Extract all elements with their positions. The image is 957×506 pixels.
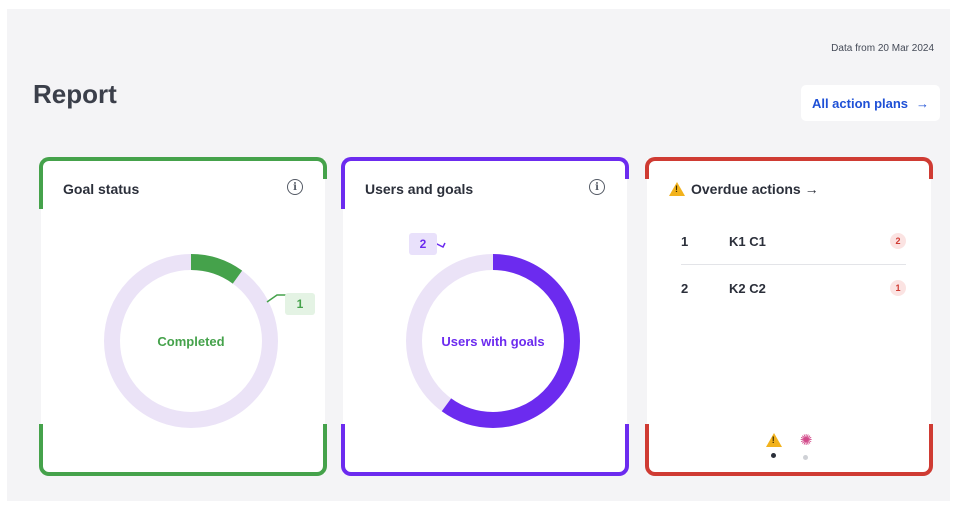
data-date: Data from 20 Mar 2024 [831,43,934,54]
row-number: 1 [681,233,689,249]
overdue-row[interactable]: 1 K1 C1 2 [681,218,906,264]
leader-line [266,294,287,303]
overdue-count-badge: 2 [890,233,906,249]
pager-item-warning[interactable] [765,433,782,460]
overdue-count-badge: 1 [890,280,906,296]
pager-dot [803,455,809,460]
goal-status-donut [104,254,287,428]
donut-center-label: Users with goals [441,334,545,349]
all-action-plans-button[interactable]: All action plans → [801,85,940,121]
arrow-right-icon: → [916,95,930,111]
page-title: Report [33,79,117,109]
users-count-badge: 2 [409,233,437,255]
donut-center-label: Completed [157,334,225,349]
all-action-plans-label: All action plans [811,95,909,111]
goal-status-card: Goal status i 1 Completed [39,157,327,476]
card-edge [655,157,923,161]
pager-item-celebration[interactable]: ✺ [799,432,813,460]
row-name: K1 C1 [729,233,766,249]
row-number: 2 [681,280,689,296]
overdue-row[interactable]: 2 K2 C2 1 [681,265,906,311]
overdue-actions-link[interactable]: Overdue actions → [669,181,819,197]
row-name: K2 C2 [729,280,766,296]
overdue-actions-title: Overdue actions → [691,181,819,197]
warning-icon [765,433,782,447]
party-popper-icon: ✺ [799,432,813,449]
card-corner [645,157,655,179]
overdue-actions-card: Overdue actions → 1 K1 C1 2 2 K2 C2 1 ✺ [645,157,933,476]
pager-dot-active [771,453,777,458]
users-goals-donut [406,241,580,428]
carousel-pager: ✺ [647,433,931,460]
users-and-goals-card: Users and goals i 2 Users with goals [341,157,629,476]
card-edge [655,472,923,476]
report-panel: Data from 20 Mar 2024 Report All action … [7,9,950,501]
warning-icon [669,182,685,196]
card-corner [923,157,933,179]
completed-count-badge: 1 [285,293,315,315]
